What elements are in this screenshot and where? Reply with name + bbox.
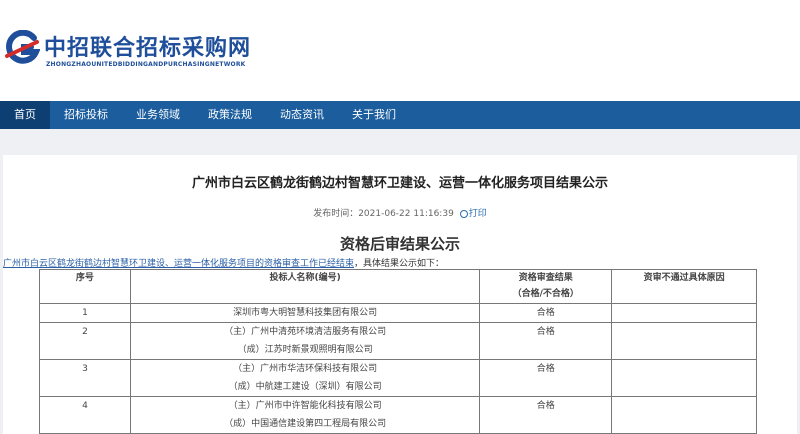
row-no: 4 bbox=[39, 396, 131, 434]
header-result-line1: 资格审查结果 bbox=[518, 273, 573, 283]
bidder-line: （成）中航建工建设（深圳）有限公司 bbox=[228, 382, 382, 392]
row-no: 3 bbox=[39, 359, 131, 397]
row-result: 合格 bbox=[479, 359, 613, 397]
nav-item-about[interactable]: 关于我们 bbox=[338, 101, 410, 129]
site-logo-icon[interactable] bbox=[4, 30, 40, 66]
table-row: 3 （主）广州市华洁环保科技有限公司 （成）中航建工建设（深圳）有限公司 合格 bbox=[39, 359, 757, 397]
bidder-line: （主）广州市华洁环保科技有限公司 bbox=[233, 364, 378, 374]
article-title: 广州市白云区鹤龙街鹤边村智慧环卫建设、运营一体化服务项目结果公示 bbox=[191, 176, 608, 191]
table-row: 1 深圳市粤大明智慧科技集团有限公司 合格 bbox=[39, 303, 757, 323]
nav-item-business[interactable]: 业务领域 bbox=[122, 101, 194, 129]
bidder-line: （成）江苏时新景观照明有限公司 bbox=[237, 345, 373, 355]
table-header-row: 序号 投标人名称(编号) 资格审查结果 （合格/不合格） 资审不通过具体原因 bbox=[39, 269, 757, 304]
row-bidder: 深圳市粤大明智慧科技集团有限公司 bbox=[129, 303, 481, 323]
row-bidder: （主）广州市华洁环保科技有限公司 （成）中航建工建设（深圳）有限公司 bbox=[129, 359, 481, 397]
header-no: 序号 bbox=[39, 269, 131, 304]
intro-link[interactable]: 广州市白云区鹤龙街鹤边村智慧环卫建设、运营一体化服务项目的资格审查工作已经结束 bbox=[3, 259, 354, 269]
nav-item-policy[interactable]: 政策法规 bbox=[194, 101, 266, 129]
site-header: 中招联合招标采购网 ZHONGZHAOUNITEDBIDDINGANDPURCH… bbox=[0, 0, 800, 100]
bidder-line: （主）广州中清苑环境清洁服务有限公司 bbox=[224, 327, 387, 337]
row-reason bbox=[611, 396, 757, 434]
row-bidder: （主）广州市中许智能化科技有限公司 （成）中国通信建设第四工程局有限公司 bbox=[129, 396, 481, 434]
bidder-line: （主）广州市中许智能化科技有限公司 bbox=[228, 401, 382, 411]
nav-item-news[interactable]: 动态资讯 bbox=[266, 101, 338, 129]
intro-text: 广州市白云区鹤龙街鹤边村智慧环卫建设、运营一体化服务项目的资格审查工作已经结束，… bbox=[3, 256, 444, 269]
row-result: 合格 bbox=[479, 396, 613, 434]
row-result: 合格 bbox=[479, 303, 613, 323]
header-name: 投标人名称(编号) bbox=[129, 269, 481, 304]
site-subtitle: ZHONGZHAOUNITEDBIDDINGANDPURCHASINGNETWO… bbox=[46, 61, 246, 68]
nav-item-bidding[interactable]: 招标投标 bbox=[50, 101, 122, 129]
intro-tail: ，具体结果公示如下： bbox=[354, 259, 445, 269]
row-reason bbox=[611, 322, 757, 360]
publish-label: 发布时间： bbox=[313, 209, 359, 219]
header-result-line2: （合格/不合格） bbox=[512, 289, 579, 299]
publish-time: 2021-06-22 11:16:39 bbox=[358, 209, 454, 219]
header-reason: 资审不通过具体原因 bbox=[611, 269, 757, 304]
row-reason bbox=[611, 303, 757, 323]
row-result: 合格 bbox=[479, 322, 613, 360]
main-nav: 首页 招标投标 业务领域 政策法规 动态资讯 关于我们 bbox=[0, 101, 800, 129]
row-no: 1 bbox=[39, 303, 131, 323]
row-reason bbox=[611, 359, 757, 397]
table-row: 4 （主）广州市中许智能化科技有限公司 （成）中国通信建设第四工程局有限公司 合… bbox=[39, 396, 757, 434]
results-table: 序号 投标人名称(编号) 资格审查结果 （合格/不合格） 资审不通过具体原因 1… bbox=[39, 269, 757, 434]
article-meta: 发布时间：2021-06-22 11:16:39 打印 bbox=[0, 206, 800, 219]
site-title[interactable]: 中招联合招标采购网 bbox=[44, 30, 251, 62]
row-bidder: （主）广州中清苑环境清洁服务有限公司 （成）江苏时新景观照明有限公司 bbox=[129, 322, 481, 360]
nav-item-home[interactable]: 首页 bbox=[0, 101, 50, 129]
header-result: 资格审查结果 （合格/不合格） bbox=[479, 269, 613, 304]
row-no: 2 bbox=[39, 322, 131, 360]
bidder-line: 深圳市粤大明智慧科技集团有限公司 bbox=[233, 308, 378, 318]
print-link[interactable]: 打印 bbox=[469, 209, 487, 219]
section-title: 资格后审结果公示 bbox=[339, 235, 460, 253]
print-icon[interactable] bbox=[459, 209, 468, 218]
table-row: 2 （主）广州中清苑环境清洁服务有限公司 （成）江苏时新景观照明有限公司 合格 bbox=[39, 322, 757, 360]
bidder-line: （成）中国通信建设第四工程局有限公司 bbox=[224, 419, 387, 429]
